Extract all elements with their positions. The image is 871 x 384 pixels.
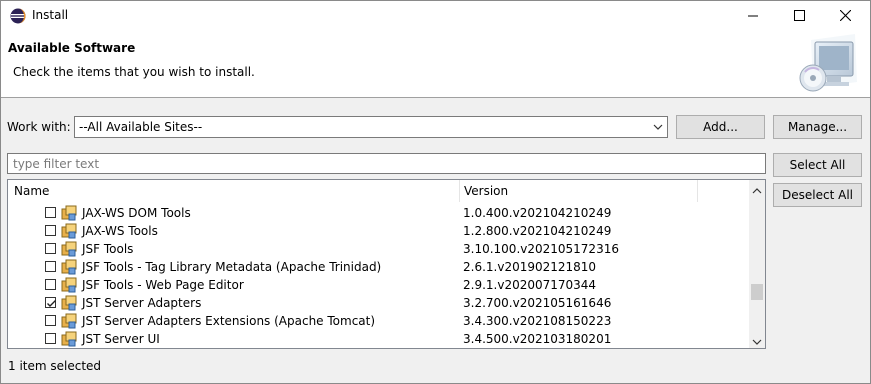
row-checkbox[interactable] — [45, 225, 56, 236]
plugin-icon — [61, 277, 77, 293]
table-header: Name Version — [8, 180, 749, 202]
plugin-icon — [61, 259, 77, 275]
plugin-icon — [61, 313, 77, 329]
table-row[interactable]: JST Server UI 3.4.500.v202103180201 — [8, 330, 749, 348]
table-row[interactable]: JST Server Adapters Extensions (Apache T… — [8, 312, 749, 330]
row-checkbox[interactable] — [45, 207, 56, 218]
page-title: Available Software — [8, 41, 136, 55]
row-name: JSF Tools - Web Page Editor — [82, 278, 244, 292]
manage-button[interactable]: Manage... — [773, 115, 862, 139]
row-checkbox[interactable] — [45, 243, 56, 254]
row-version: 1.2.800.v202104210249 — [463, 224, 612, 238]
row-checkbox[interactable] — [45, 315, 56, 326]
row-version: 2.9.1.v202007170344 — [463, 278, 597, 292]
work-with-combo[interactable]: --All Available Sites-- — [74, 116, 668, 138]
row-version: 1.0.400.v202104210249 — [463, 206, 612, 220]
plugin-icon — [61, 331, 77, 347]
row-version: 2.6.1.v201902121810 — [463, 260, 597, 274]
title-bar: Install — [1, 1, 870, 30]
column-divider[interactable] — [459, 180, 460, 202]
plugin-icon — [61, 241, 77, 257]
column-header-version[interactable]: Version — [464, 184, 508, 198]
plugin-icon — [61, 295, 77, 311]
column-header-name[interactable]: Name — [14, 184, 49, 198]
row-version: 3.4.300.v202108150223 — [463, 314, 612, 328]
close-icon — [839, 10, 851, 21]
row-checkbox[interactable] — [45, 279, 56, 290]
minimize-button[interactable] — [730, 1, 776, 30]
row-name: JST Server Adapters — [82, 296, 202, 310]
plugin-icon — [61, 205, 77, 221]
row-version: 3.10.100.v202105172316 — [463, 242, 619, 256]
table-row[interactable]: JSF Tools 3.10.100.v202105172316 — [8, 240, 749, 258]
chevron-up-icon[interactable] — [752, 184, 762, 198]
plugin-icon — [61, 223, 77, 239]
scrollbar-thumb[interactable] — [751, 284, 763, 300]
maximize-button[interactable] — [776, 1, 822, 30]
add-button[interactable]: Add... — [676, 115, 765, 139]
install-banner-icon — [797, 34, 859, 94]
table-row[interactable]: JAX-WS Tools 1.2.800.v202104210249 — [8, 222, 749, 240]
vertical-scrollbar[interactable] — [749, 180, 765, 348]
maximize-icon — [793, 10, 805, 21]
row-checkbox[interactable] — [45, 261, 56, 272]
chevron-down-icon[interactable] — [653, 121, 663, 136]
row-name: JSF Tools - Tag Library Metadata (Apache… — [82, 260, 382, 274]
table-row[interactable]: JSF Tools - Tag Library Metadata (Apache… — [8, 258, 749, 276]
row-checkbox[interactable] — [45, 333, 56, 344]
filter-field[interactable] — [7, 153, 766, 174]
row-name: JST Server UI — [82, 332, 160, 346]
deselect-all-button[interactable]: Deselect All — [773, 183, 862, 207]
page-description: Check the items that you wish to install… — [13, 65, 255, 79]
eclipse-icon — [10, 8, 26, 24]
checkmark-icon — [47, 300, 56, 307]
table-row[interactable]: JAX-WS DOM Tools 1.0.400.v202104210249 — [8, 204, 749, 222]
row-checkbox-checked[interactable] — [45, 297, 56, 308]
table-row[interactable]: JSF Tools - Web Page Editor 2.9.1.v20200… — [8, 276, 749, 294]
window-title: Install — [32, 8, 69, 22]
row-name: JSF Tools — [82, 242, 134, 256]
status-text: 1 item selected — [8, 359, 102, 373]
filter-input[interactable] — [8, 154, 765, 173]
minimize-icon — [748, 15, 758, 16]
row-name: JST Server Adapters Extensions (Apache T… — [82, 314, 376, 328]
work-with-label: Work with: — [7, 120, 71, 134]
table-row[interactable]: JST Server Adapters 3.2.700.v20210516164… — [8, 294, 749, 312]
row-name: JAX-WS DOM Tools — [82, 206, 191, 220]
row-name: JAX-WS Tools — [82, 224, 158, 238]
software-table: Name Version JAX-WS DOM Tools 1.0.400.v2… — [7, 179, 766, 349]
close-button[interactable] — [822, 1, 868, 30]
dialog-header: Available Software Check the items that … — [1, 30, 870, 98]
work-with-value: --All Available Sites-- — [79, 120, 203, 134]
chevron-down-icon[interactable] — [752, 335, 762, 348]
select-all-button[interactable]: Select All — [773, 153, 862, 177]
install-dialog: Install Available Software Check the ite… — [0, 0, 871, 384]
row-version: 3.2.700.v202105161646 — [463, 296, 612, 310]
column-divider[interactable] — [697, 180, 698, 202]
row-version: 3.4.500.v202103180201 — [463, 332, 612, 346]
